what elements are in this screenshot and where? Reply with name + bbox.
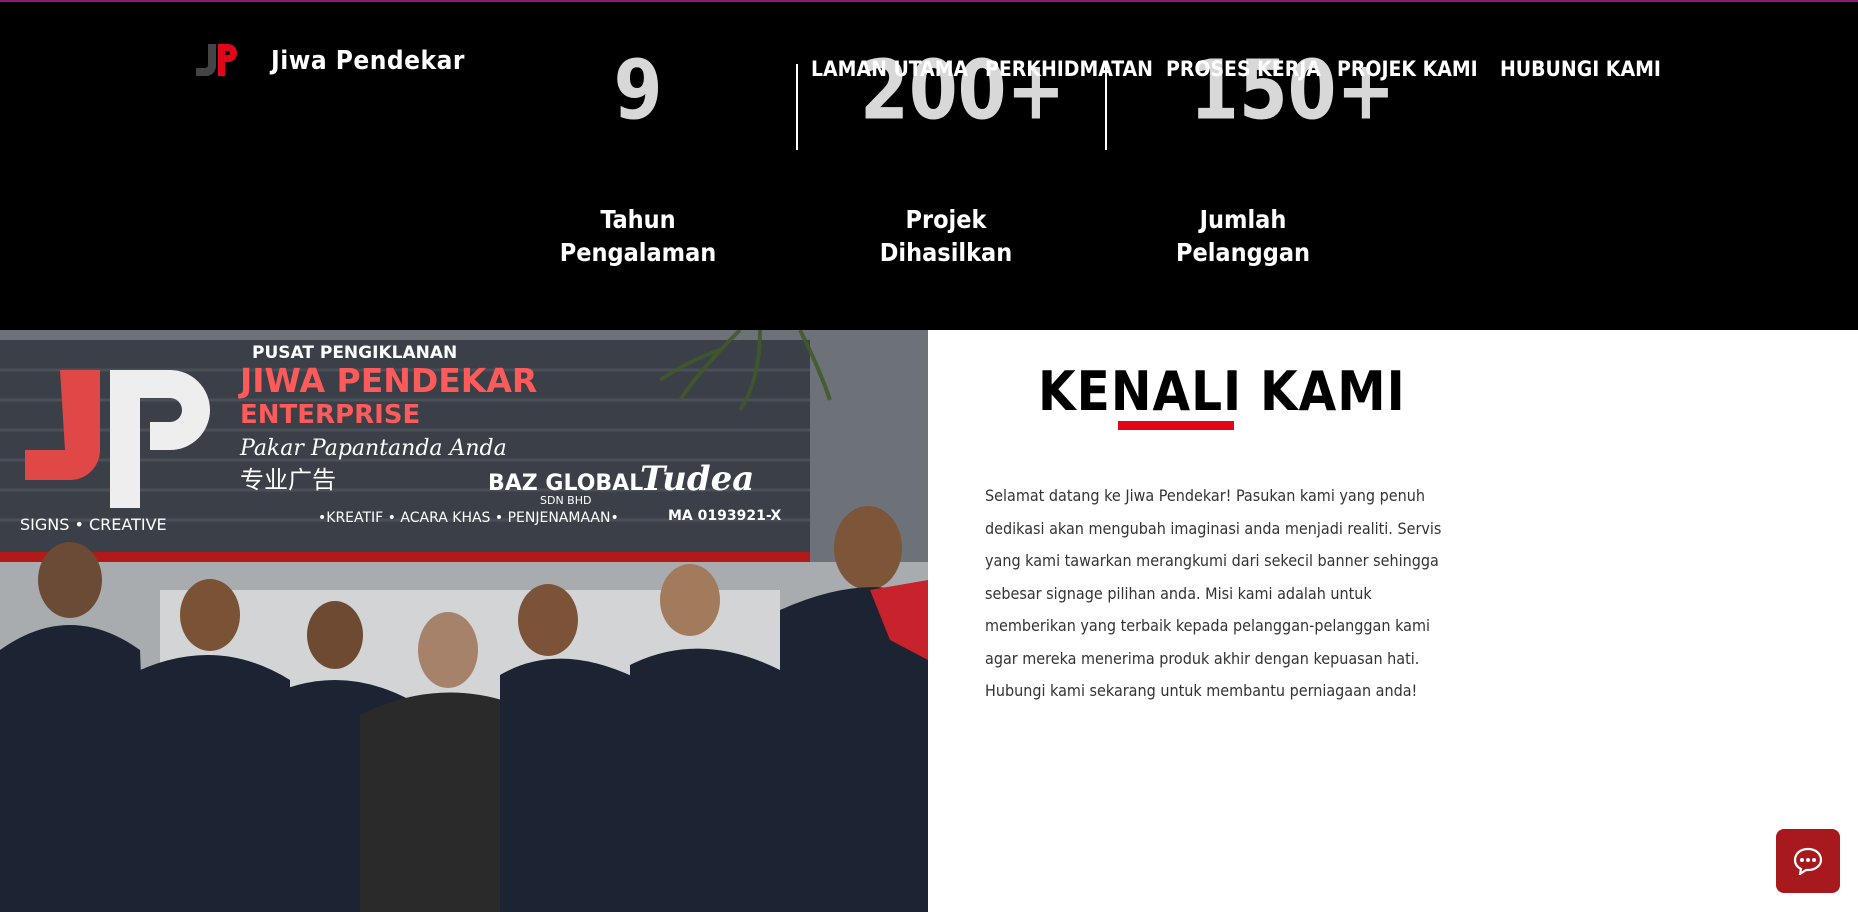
stat-label-line: Tahun (600, 205, 676, 234)
sign-text: MA 0193921-X (668, 508, 781, 524)
sign-text: PUSAT PENGIKLANAN (252, 343, 457, 363)
nav-item-proses-kerja[interactable]: PROSES KERJA (1166, 57, 1321, 81)
nav-item-hubungi-kami[interactable]: HUBUNGI KAMI (1500, 57, 1661, 81)
nav-item-laman-utama[interactable]: LAMAN UTAMA (811, 57, 968, 81)
brand-name[interactable]: Jiwa Pendekar (271, 46, 465, 76)
nav-item-perkhidmatan[interactable]: PERKHIDMATAN (985, 57, 1153, 81)
sign-text: 专业广告 (240, 466, 336, 494)
sign-text: SDN BHD (540, 494, 591, 507)
sign-text: BAZ GLOBAL (488, 471, 643, 496)
sign-text: Tudea (640, 459, 754, 499)
about-section: KENALI KAMI Selamat datang ke Jiwa Pende… (928, 330, 1858, 912)
sign-text: JIWA PENDEKAR (238, 361, 537, 400)
storefront-illustration: PUSAT PENGIKLANAN JIWA PENDEKAR ENTERPRI… (0, 330, 928, 912)
stat-label-line: Projek (905, 205, 987, 234)
stat-label-line: Jumlah (1199, 205, 1287, 234)
about-title: KENALI KAMI (1038, 360, 1406, 423)
stat-label-line: Pengalaman (559, 238, 717, 267)
nav-item-projek-kami[interactable]: PROJEK KAMI (1337, 57, 1478, 81)
stat-label-line: Pelanggan (1175, 238, 1311, 267)
chat-bubble-icon (1793, 847, 1823, 875)
chat-button[interactable] (1776, 829, 1840, 893)
stat-label-projects: Projek Dihasilkan (836, 203, 1056, 269)
stat-divider (796, 64, 798, 150)
hero-section: Jiwa Pendekar 9 200+ 150+ Tahun Pengalam… (0, 2, 1858, 330)
stat-label-years: Tahun Pengalaman (528, 203, 748, 269)
sign-text: Pakar Papantanda Anda (239, 436, 507, 461)
stat-label-clients: Jumlah Pelanggan (1133, 203, 1353, 269)
team-photo: PUSAT PENGIKLANAN JIWA PENDEKAR ENTERPRI… (0, 330, 928, 912)
sign-text: SIGNS • CREATIVE (20, 515, 167, 534)
sign-text: •KREATIF • ACARA KHAS • PENJENAMAAN• (318, 510, 619, 526)
about-text: Selamat datang ke Jiwa Pendekar! Pasukan… (985, 486, 1442, 700)
sign-text: ENTERPRISE (240, 400, 420, 430)
jp-logo-icon[interactable] (194, 42, 238, 76)
stat-value-years: 9 (613, 43, 663, 139)
stat-label-line: Dihasilkan (879, 238, 1013, 267)
title-underline (1118, 421, 1234, 430)
